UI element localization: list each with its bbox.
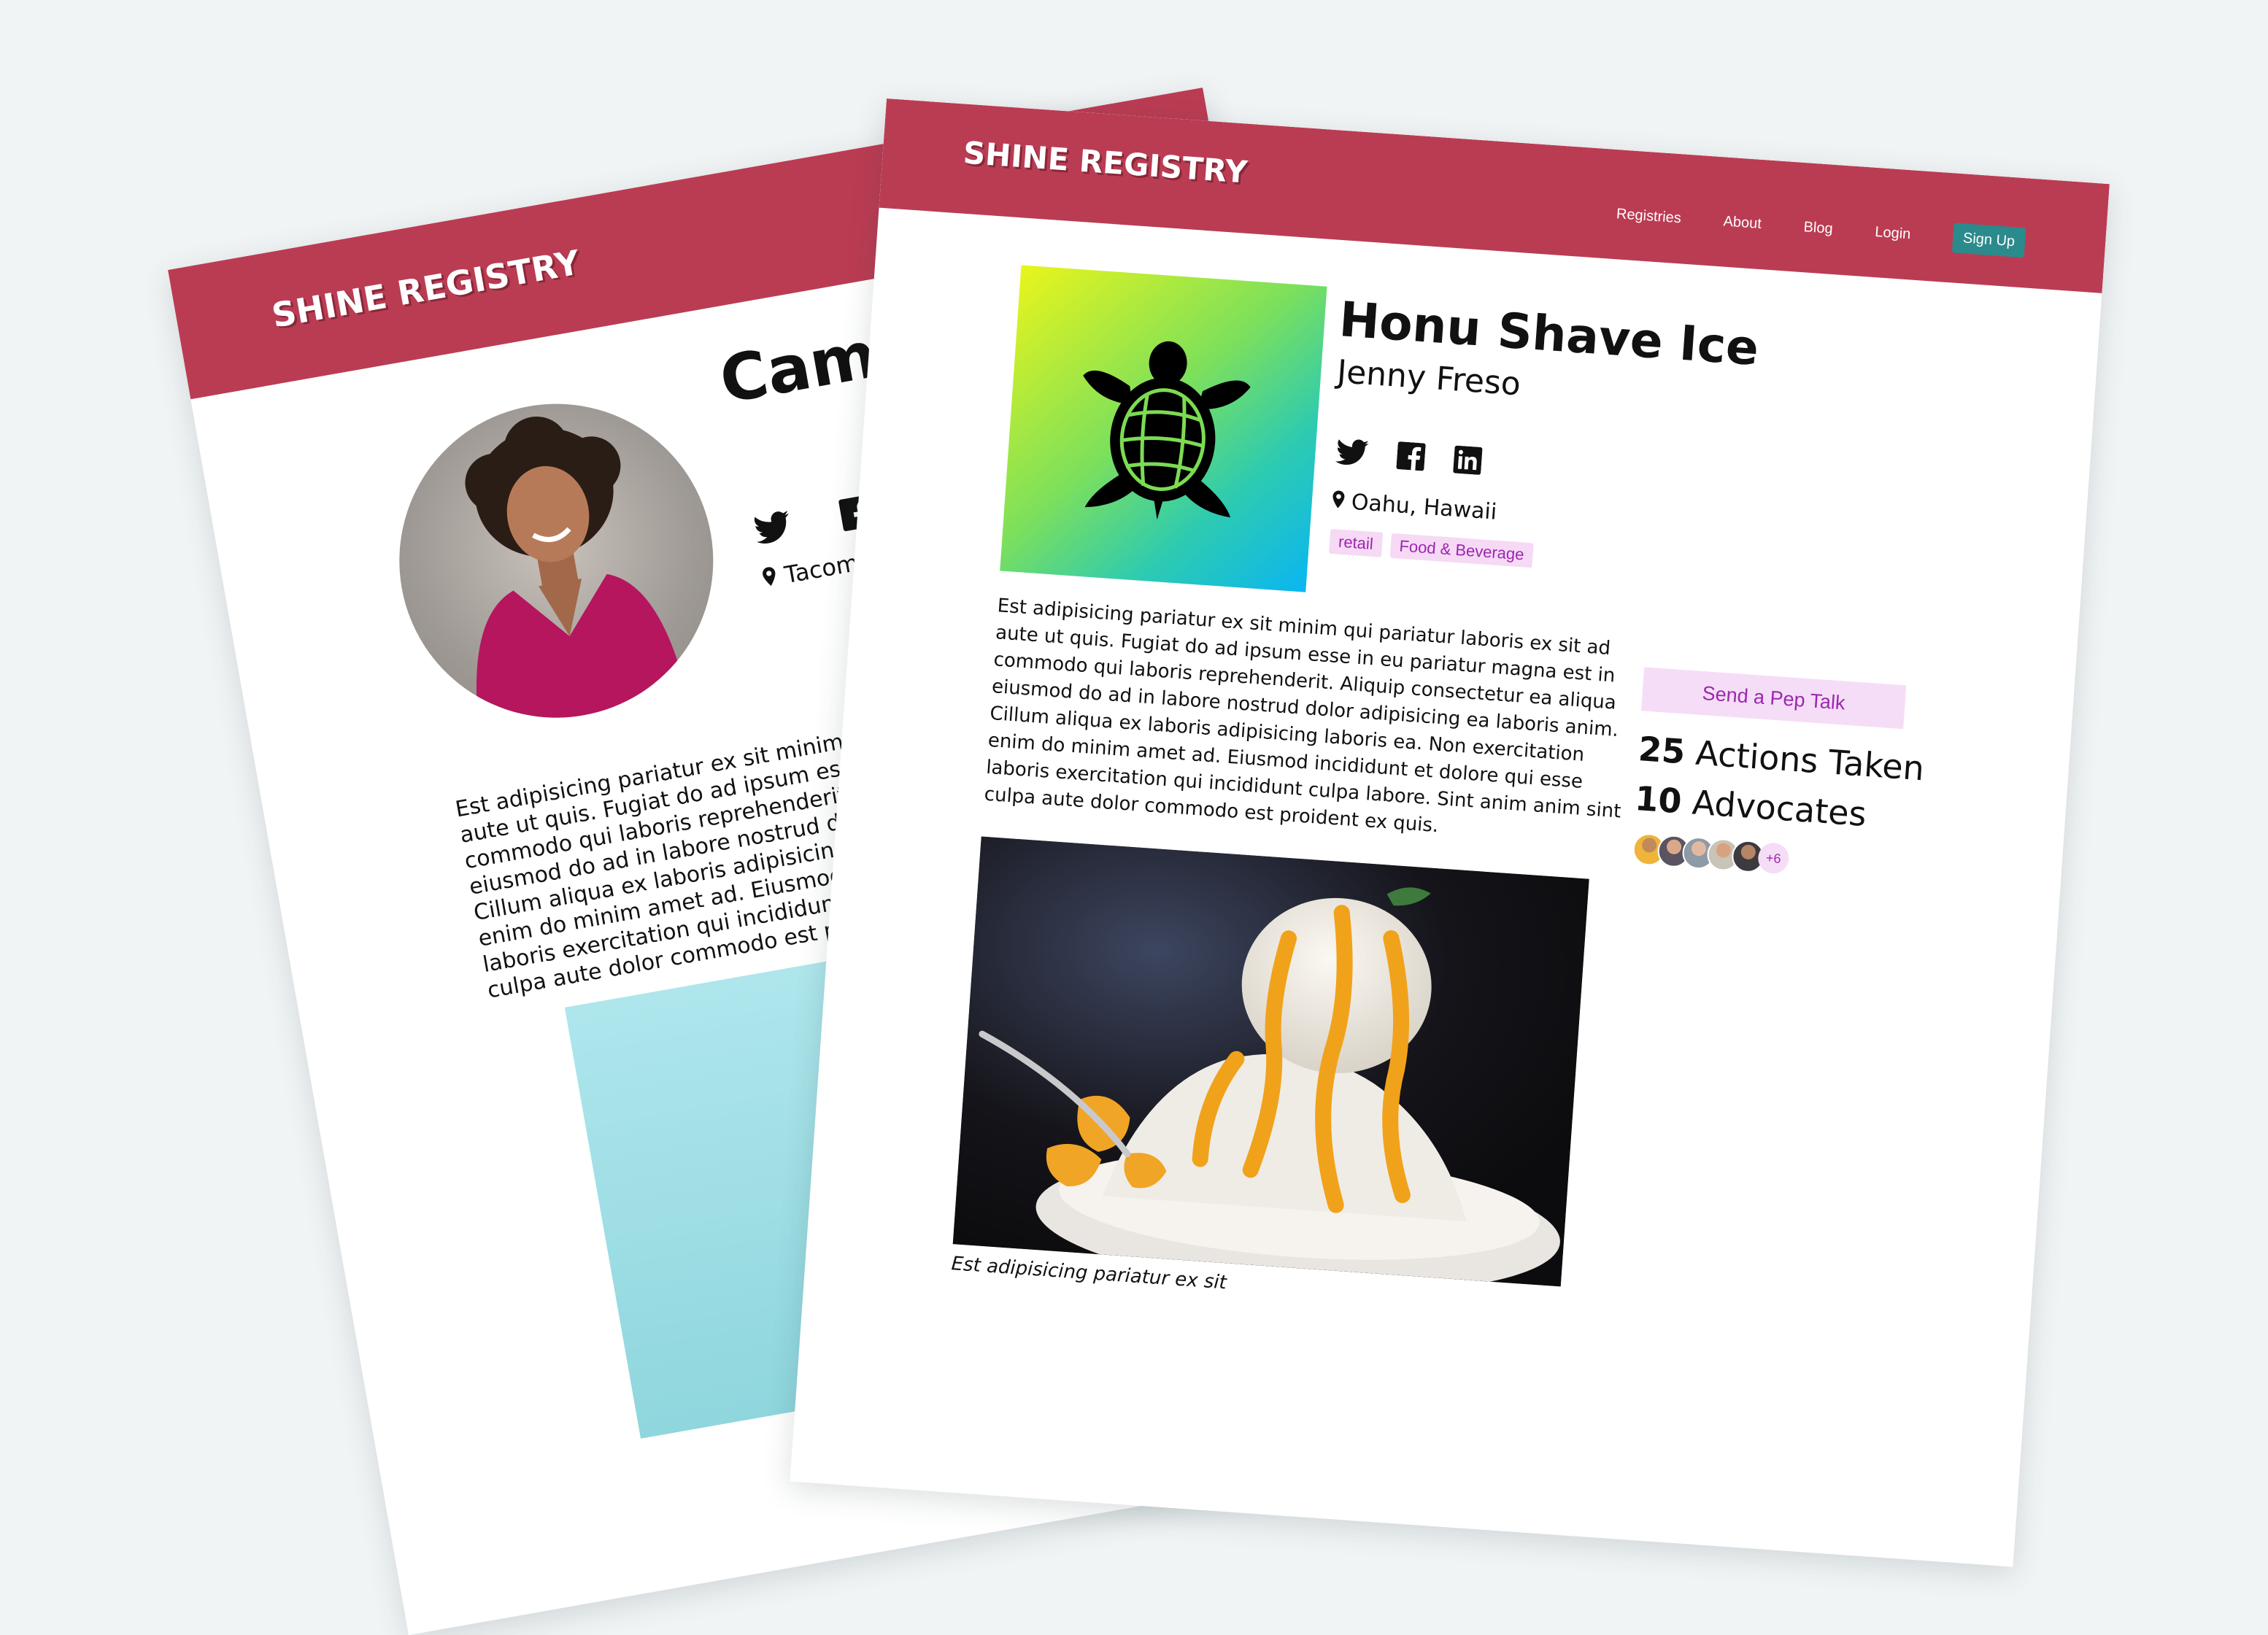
advocates-label: Advocates: [1691, 782, 1868, 834]
actions-label: Actions Taken: [1694, 733, 1926, 789]
advocates-count: 10: [1633, 778, 1683, 822]
profile-photo: [374, 379, 738, 743]
linkedin-icon[interactable]: [1453, 445, 1483, 478]
front-page-preview: SHINE REGISTRY Registries About Blog Log…: [790, 98, 2110, 1567]
actions-count: 25: [1637, 729, 1687, 772]
tag-food-beverage[interactable]: Food & Beverage: [1389, 533, 1534, 568]
site-logo[interactable]: SHINE REGISTRY: [962, 135, 1248, 190]
location: Oahu, Hawaii: [1332, 488, 1498, 525]
twitter-icon[interactable]: [752, 509, 794, 549]
owner-name: Jenny Freso: [1335, 353, 1522, 403]
map-pin-icon: [761, 563, 779, 593]
facebook-icon[interactable]: [1396, 441, 1426, 474]
page-header: SHINE REGISTRY Registries About Blog Log…: [879, 98, 2110, 293]
nav-about[interactable]: About: [1723, 213, 1762, 233]
twitter-icon[interactable]: [1335, 438, 1369, 470]
business-logo: [1000, 265, 1327, 592]
social-links: [1335, 437, 1483, 478]
advocates-stat: 10 Advocates: [1634, 778, 1868, 834]
nav-registries[interactable]: Registries: [1616, 206, 1681, 227]
map-pin-icon: [1332, 488, 1345, 514]
nav-blog[interactable]: Blog: [1803, 219, 1833, 238]
tag-retail[interactable]: retail: [1328, 528, 1383, 557]
main-nav: Registries About Blog Login Sign Up: [1616, 199, 2026, 258]
tag-list: retail Food & Beverage: [1328, 528, 1534, 568]
site-logo[interactable]: SHINE REGISTRY: [269, 242, 582, 335]
actions-taken-stat: 25 Actions Taken: [1637, 729, 1925, 788]
location-text: Oahu, Hawaii: [1350, 489, 1498, 525]
send-pep-talk-button[interactable]: Send a Pep Talk: [1640, 667, 1907, 730]
business-description: Est adipisicing pariatur ex sit minim qu…: [983, 592, 1622, 849]
more-advocates-badge[interactable]: +6: [1756, 841, 1790, 875]
turtle-icon: [1083, 341, 1251, 520]
advocate-avatars[interactable]: +6: [1632, 832, 1790, 876]
signup-button[interactable]: Sign Up: [1951, 223, 2026, 258]
nav-login[interactable]: Login: [1875, 224, 1911, 243]
shave-ice-photo: [952, 836, 1589, 1287]
